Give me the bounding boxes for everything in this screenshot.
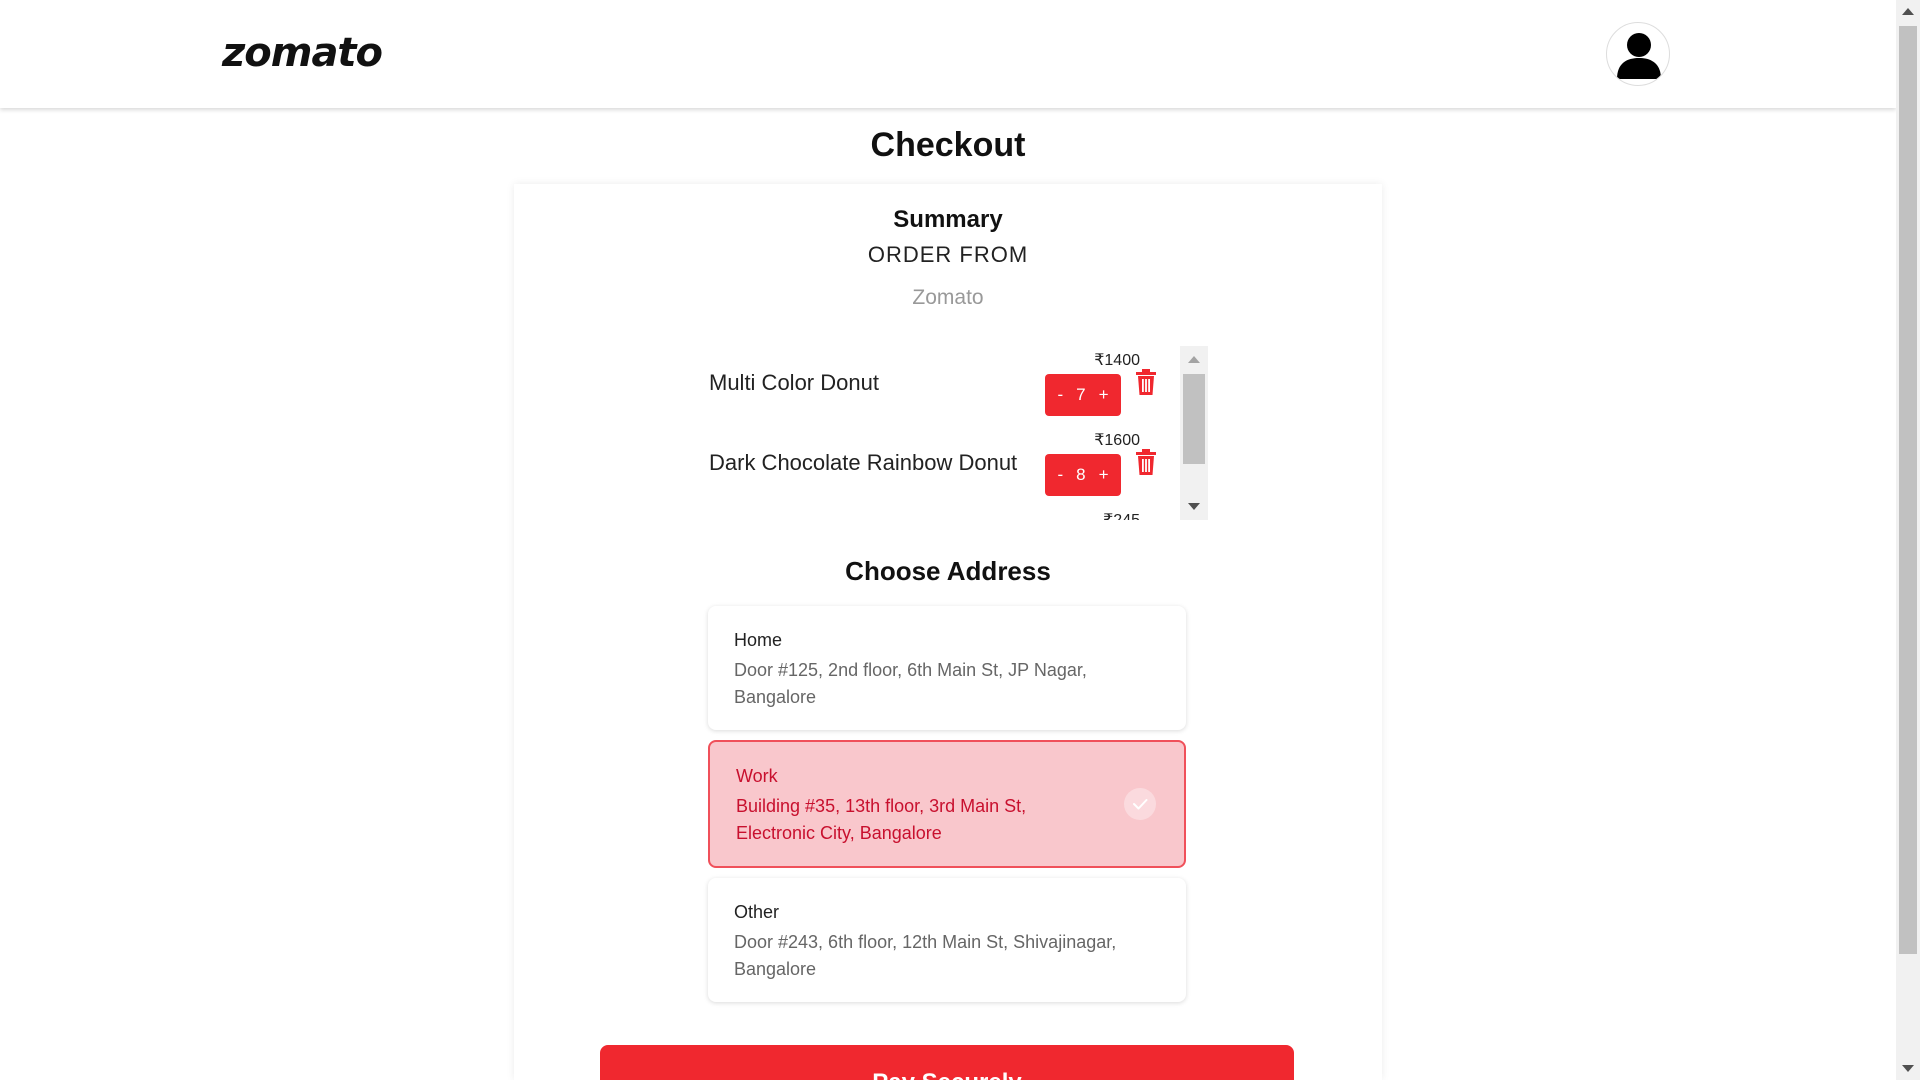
quantity-value: 7: [1076, 385, 1086, 404]
cart-scrollbar-thumb[interactable]: [1183, 374, 1205, 464]
quantity-stepper: - 7 +: [1045, 374, 1121, 416]
quantity-stepper: - 8 +: [1045, 454, 1121, 496]
pay-securely-button[interactable]: Pay Securely: [600, 1045, 1294, 1080]
address-card-home[interactable]: Home Door #125, 2nd floor, 6th Main St, …: [708, 606, 1186, 730]
trash-icon[interactable]: [1134, 448, 1158, 476]
page-title: Checkout: [870, 126, 1026, 164]
cart-item-price: ₹245: [1020, 510, 1140, 520]
cart-item-price: ₹1600: [1094, 432, 1140, 449]
address-line: Electronic City, Bangalore: [736, 823, 942, 843]
scroll-up-arrow-icon[interactable]: [1902, 8, 1914, 15]
address-line: Door #125, 2nd floor, 6th Main St, JP Na…: [734, 660, 1087, 680]
address-card-other[interactable]: Other Door #243, 6th floor, 12th Main St…: [708, 878, 1186, 1002]
check-icon: [1133, 799, 1148, 810]
scroll-down-arrow-icon[interactable]: [1902, 1065, 1914, 1072]
cart-scrollbar[interactable]: [1180, 346, 1208, 520]
cart-item-name: Multi Color Donut: [709, 370, 879, 395]
order-from-label: ORDER FROM: [867, 242, 1029, 267]
top-navbar: zomato: [0, 0, 1896, 108]
address-line: Bangalore: [734, 687, 817, 707]
selected-check: [1124, 788, 1156, 820]
cart-item: Multi Color Donut ₹1400 - 7 +: [700, 346, 1170, 426]
page-scrollbar-thumb[interactable]: [1899, 26, 1917, 954]
choose-address-title: Choose Address: [845, 556, 1051, 586]
cart-item-price: ₹1400: [1094, 352, 1140, 369]
address-card-work[interactable]: Work Building #35, 13th floor, 3rd Main …: [708, 740, 1186, 868]
increase-quantity-button[interactable]: +: [1099, 465, 1109, 485]
trash-icon[interactable]: [1134, 368, 1158, 396]
cart-item: Dark Chocolate Rainbow Donut ₹1600 - 8 +: [700, 426, 1170, 506]
cart-item: ₹245: [700, 506, 1170, 520]
cart-list: Multi Color Donut ₹1400 - 7 + Dark Choco…: [700, 346, 1208, 520]
quantity-value: 8: [1076, 465, 1086, 484]
cart-scroll-up-icon[interactable]: [1188, 356, 1200, 363]
decrease-quantity-button[interactable]: -: [1057, 465, 1063, 485]
page-scrollbar[interactable]: [1896, 0, 1920, 1080]
address-line: Building #35, 13th floor, 3rd Main St,: [736, 796, 1027, 816]
address-line: Door #243, 6th floor, 12th Main St, Shiv…: [734, 932, 1117, 952]
summary-title: Summary: [893, 206, 1003, 233]
increase-quantity-button[interactable]: +: [1099, 385, 1109, 405]
address-label: Work: [736, 766, 778, 786]
restaurant-name: Zomato: [912, 286, 984, 309]
address-label: Other: [734, 902, 780, 922]
cart-scroll-down-icon[interactable]: [1188, 503, 1200, 510]
address-line: Bangalore: [734, 959, 817, 979]
user-icon: [1617, 33, 1661, 79]
zomato-logo[interactable]: zomato: [222, 30, 383, 76]
decrease-quantity-button[interactable]: -: [1057, 385, 1063, 405]
address-label: Home: [734, 630, 783, 650]
user-avatar-button[interactable]: [1606, 22, 1670, 86]
cart-item-name: Dark Chocolate Rainbow Donut: [709, 450, 1018, 475]
